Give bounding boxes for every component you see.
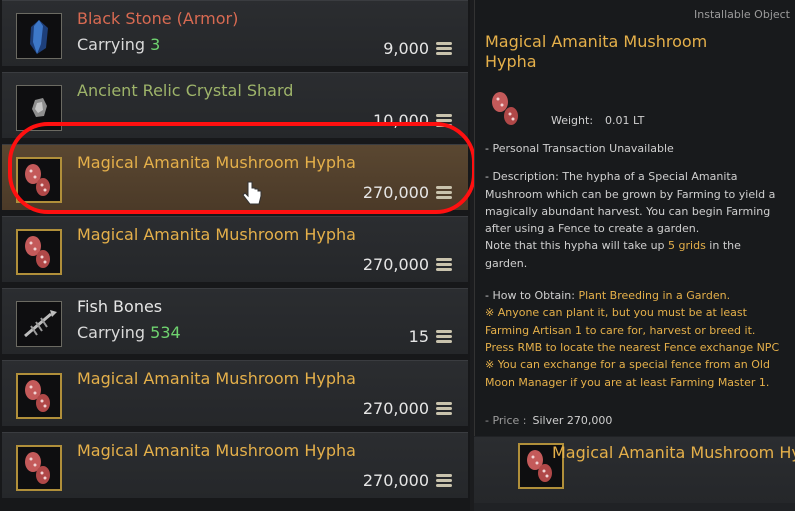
price-value: 270,000 <box>362 471 429 490</box>
item-slot <box>16 301 62 347</box>
silver-coin-icon <box>436 329 452 344</box>
item-slot <box>16 229 62 275</box>
price-value: 9,000 <box>383 39 429 58</box>
silver-coin-icon <box>436 401 452 416</box>
item-slot <box>16 445 62 491</box>
note-old-moon-manager: ※ You can exchange for a special fence f… <box>485 358 770 389</box>
item-name: Black Stone (Armor) <box>77 9 239 28</box>
price-label: - Price : <box>485 414 527 427</box>
list-item[interactable]: Black Stone (Armor) Carrying 3 9,000 <box>2 0 468 66</box>
fish-bones-icon <box>24 310 57 338</box>
weight-label: Weight: <box>551 114 594 127</box>
price-value: 15 <box>408 327 429 346</box>
grid-note: Note that this hypha will take up 5 grid… <box>485 237 785 272</box>
weight-value: 0.01 LT <box>605 114 645 127</box>
item-slot <box>16 13 62 59</box>
obtain-label: - How to Obtain: <box>485 289 579 303</box>
grid-count: 5 grids <box>668 239 706 253</box>
item-name: Fish Bones <box>77 297 163 316</box>
item-price: 15 <box>409 327 452 346</box>
silver-coin-icon <box>436 41 452 56</box>
list-item[interactable]: Magical Amanita Mushroom Hypha 270,000 <box>2 360 468 426</box>
item-price: 270,000 <box>363 399 452 418</box>
silver-coin-icon <box>436 473 452 488</box>
item-name: Magical Amanita Mushroom Hypha <box>77 225 356 244</box>
price-value: 270,000 <box>362 255 429 274</box>
carrying-label: Carrying <box>77 35 146 54</box>
item-category: Installable Object <box>694 8 790 21</box>
item-name: Magical Amanita Mushroom Hy <box>552 443 795 462</box>
carrying-count: 534 <box>150 323 181 342</box>
tooltip-price: - Price : Silver 270,000 <box>485 414 612 427</box>
tooltip-body: - Personal Transaction Unavailable - Des… <box>485 140 785 391</box>
obtain-line: - How to Obtain: Plant Breeding in a Gar… <box>485 287 785 304</box>
carrying-count: 3 <box>150 35 161 54</box>
description-text: - Description: The hypha of a Special Am… <box>485 170 776 236</box>
list-item[interactable]: Magical Amanita Mushroom Hypha 270,000 <box>2 216 468 282</box>
silver-coin-icon <box>436 257 452 272</box>
list-item[interactable]: Magical Amanita Mushroom Hy <box>474 437 795 503</box>
item-name: Magical Amanita Mushroom Hypha <box>77 441 356 460</box>
obtain-value: Plant Breeding in a Garden. <box>578 289 731 303</box>
item-slot <box>16 373 62 419</box>
grid-note-pre: Note that this hypha will take up <box>485 239 669 253</box>
black-stone-icon <box>30 20 48 54</box>
list-item[interactable]: Fish Bones Carrying 534 15 <box>2 288 468 354</box>
item-price: 9,000 <box>383 39 452 58</box>
item-price: 270,000 <box>363 471 452 490</box>
item-name: Magical Amanita Mushroom Hypha <box>77 369 356 388</box>
item-weight: Weight: 0.01 LT <box>551 114 644 127</box>
list-item[interactable]: Magical Amanita Mushroom Hypha 270,000 <box>2 432 468 498</box>
item-tooltip: Installable Object Magical Amanita Mushr… <box>474 0 795 436</box>
mushroom-hypha-icon <box>25 452 50 484</box>
note-farming-artisan: ※ Anyone can plant it, but you must be a… <box>485 306 780 354</box>
shop-item-list: Black Stone (Armor) Carrying 3 9,000 Anc… <box>0 0 470 511</box>
tooltip-title: Magical Amanita Mushroom Hypha <box>485 32 708 71</box>
item-carrying: Carrying 534 <box>77 323 181 342</box>
mushroom-hypha-icon <box>25 236 50 268</box>
mushroom-hypha-icon <box>25 380 50 412</box>
price-value: 270,000 <box>362 399 429 418</box>
mushroom-hypha-icon <box>492 92 518 125</box>
carrying-label: Carrying <box>77 323 146 342</box>
item-price: 270,000 <box>363 255 452 274</box>
item-name: Ancient Relic Crystal Shard <box>77 81 294 100</box>
price-value: Silver 270,000 <box>532 414 613 427</box>
hand-cursor-icon <box>242 181 262 205</box>
item-carrying: Carrying 3 <box>77 35 160 54</box>
transaction-line: - Personal Transaction Unavailable <box>485 142 674 155</box>
